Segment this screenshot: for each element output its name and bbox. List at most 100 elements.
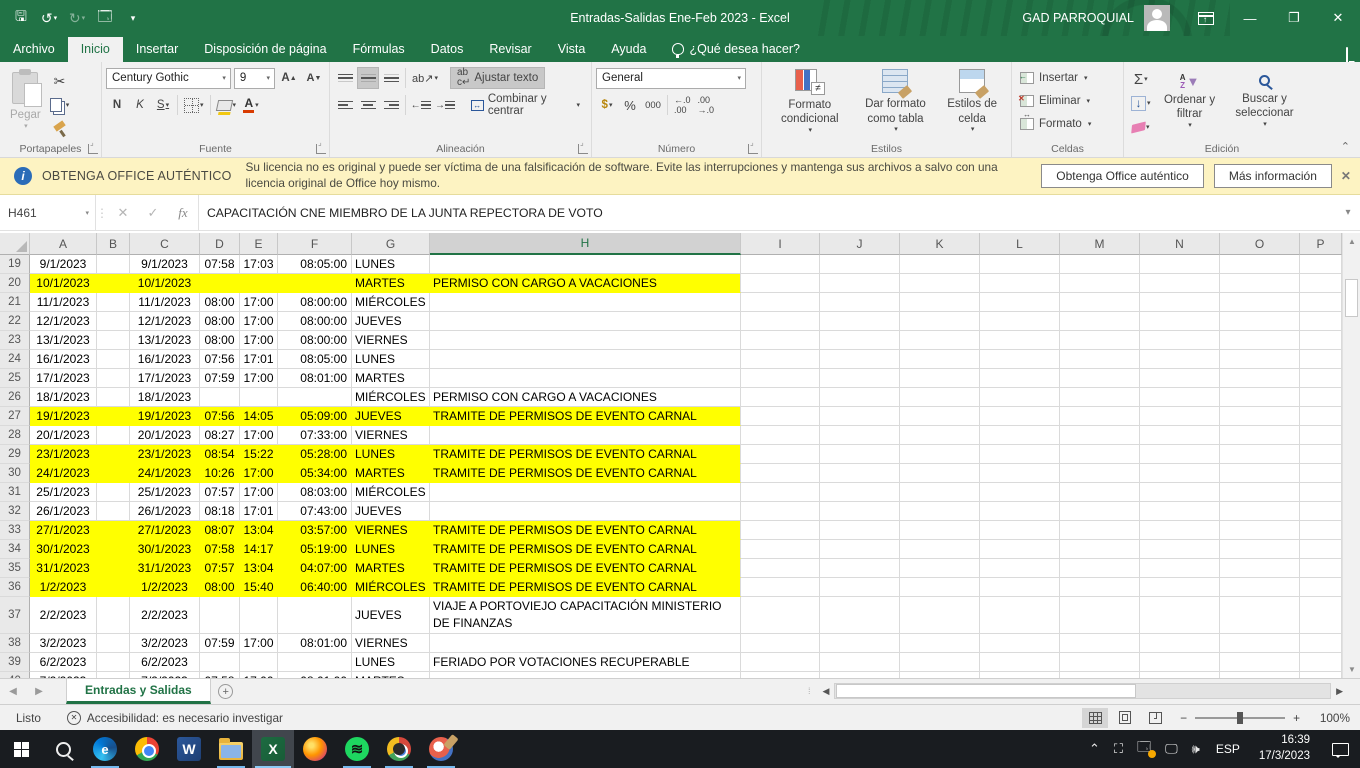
- tray-alert-icon[interactable]: 🗔: [1130, 738, 1158, 760]
- cell-P31[interactable]: [1300, 483, 1342, 502]
- find-select-button[interactable]: Buscar y seleccionar▾: [1226, 66, 1304, 138]
- cell-M31[interactable]: [1060, 483, 1140, 502]
- cell-A39[interactable]: 6/2/2023: [30, 653, 97, 672]
- format-painter-icon[interactable]: [47, 118, 73, 140]
- cell-O39[interactable]: [1220, 653, 1300, 672]
- cell-B25[interactable]: [97, 369, 130, 388]
- increase-font-icon[interactable]: A▲: [278, 67, 300, 89]
- normal-view-icon[interactable]: [1082, 708, 1108, 728]
- cell-I27[interactable]: [741, 407, 820, 426]
- cell-H19[interactable]: [430, 255, 741, 274]
- cell-C27[interactable]: 19/1/2023: [130, 407, 200, 426]
- align-bottom-icon[interactable]: [380, 67, 402, 89]
- borders-icon[interactable]: ▾: [181, 94, 207, 116]
- cell-J38[interactable]: [820, 634, 900, 653]
- notification-center-icon[interactable]: [1320, 730, 1360, 768]
- cell-M39[interactable]: [1060, 653, 1140, 672]
- row-header-36[interactable]: 36: [0, 578, 30, 597]
- decrease-indent-icon[interactable]: ←: [409, 94, 432, 116]
- taskbar-firefox[interactable]: [294, 730, 336, 768]
- cell-J24[interactable]: [820, 350, 900, 369]
- cell-E31[interactable]: 17:00: [240, 483, 278, 502]
- cell-K24[interactable]: [900, 350, 980, 369]
- cell-A36[interactable]: 1/2/2023: [30, 578, 97, 597]
- account-name[interactable]: GAD PARROQUIAL: [1022, 11, 1134, 25]
- delete-cells-button[interactable]: Eliminar▾: [1016, 89, 1119, 112]
- paste-button[interactable]: Pegar ▾: [4, 66, 47, 138]
- cell-L21[interactable]: [980, 293, 1060, 312]
- row-header-39[interactable]: 39: [0, 653, 30, 672]
- volume-icon[interactable]: 🕪: [1185, 741, 1207, 757]
- cell-F24[interactable]: 08:05:00: [278, 350, 352, 369]
- cell-J20[interactable]: [820, 274, 900, 293]
- row-header-26[interactable]: 26: [0, 388, 30, 407]
- cell-P32[interactable]: [1300, 502, 1342, 521]
- cell-H27[interactable]: TRAMITE DE PERMISOS DE EVENTO CARNAL: [430, 407, 741, 426]
- horizontal-scroll-thumb[interactable]: [836, 684, 1136, 698]
- cell-N35[interactable]: [1140, 559, 1220, 578]
- cell-M19[interactable]: [1060, 255, 1140, 274]
- align-middle-icon[interactable]: [357, 67, 379, 89]
- align-top-icon[interactable]: [334, 67, 356, 89]
- cell-D32[interactable]: 08:18: [200, 502, 240, 521]
- cell-J27[interactable]: [820, 407, 900, 426]
- cell-K35[interactable]: [900, 559, 980, 578]
- namebox-resize-handle[interactable]: ⋮: [96, 195, 108, 230]
- cell-L23[interactable]: [980, 331, 1060, 350]
- cell-K34[interactable]: [900, 540, 980, 559]
- cell-H33[interactable]: TRAMITE DE PERMISOS DE EVENTO CARNAL: [430, 521, 741, 540]
- row-header-38[interactable]: 38: [0, 634, 30, 653]
- cell-P36[interactable]: [1300, 578, 1342, 597]
- row-header-23[interactable]: 23: [0, 331, 30, 350]
- cell-M38[interactable]: [1060, 634, 1140, 653]
- column-header-K[interactable]: K: [900, 233, 980, 255]
- cell-O27[interactable]: [1220, 407, 1300, 426]
- cell-G37[interactable]: JUEVES: [352, 597, 430, 634]
- cell-A30[interactable]: 24/1/2023: [30, 464, 97, 483]
- sheet-nav-right-icon[interactable]: ▶: [26, 679, 52, 704]
- cell-F38[interactable]: 08:01:00: [278, 634, 352, 653]
- cell-C26[interactable]: 18/1/2023: [130, 388, 200, 407]
- new-sheet-button[interactable]: +: [211, 679, 241, 704]
- cell-E23[interactable]: 17:00: [240, 331, 278, 350]
- page-layout-view-icon[interactable]: [1112, 708, 1138, 728]
- cell-F22[interactable]: 08:00:00: [278, 312, 352, 331]
- column-header-O[interactable]: O: [1220, 233, 1300, 255]
- cut-icon[interactable]: ✂: [47, 70, 73, 92]
- cell-C19[interactable]: 9/1/2023: [130, 255, 200, 274]
- cell-O25[interactable]: [1220, 369, 1300, 388]
- cell-D19[interactable]: 07:58: [200, 255, 240, 274]
- cell-C38[interactable]: 3/2/2023: [130, 634, 200, 653]
- cell-E39[interactable]: [240, 653, 278, 672]
- cell-M37[interactable]: [1060, 597, 1140, 634]
- cell-L38[interactable]: [980, 634, 1060, 653]
- cell-H31[interactable]: [430, 483, 741, 502]
- cell-C35[interactable]: 31/1/2023: [130, 559, 200, 578]
- cell-J33[interactable]: [820, 521, 900, 540]
- cell-F28[interactable]: 07:33:00: [278, 426, 352, 445]
- cell-B38[interactable]: [97, 634, 130, 653]
- cell-A22[interactable]: 12/1/2023: [30, 312, 97, 331]
- ribbon-tab-datos[interactable]: Datos: [418, 37, 477, 62]
- ribbon-tab-inicio[interactable]: Inicio: [68, 37, 123, 62]
- cell-J39[interactable]: [820, 653, 900, 672]
- cell-P38[interactable]: [1300, 634, 1342, 653]
- cell-P23[interactable]: [1300, 331, 1342, 350]
- cell-O22[interactable]: [1220, 312, 1300, 331]
- cell-N26[interactable]: [1140, 388, 1220, 407]
- cell-K39[interactable]: [900, 653, 980, 672]
- cell-J35[interactable]: [820, 559, 900, 578]
- cell-A27[interactable]: 19/1/2023: [30, 407, 97, 426]
- cell-H20[interactable]: PERMISO CON CARGO A VACACIONES: [430, 274, 741, 293]
- network-icon[interactable]: 🖵: [1158, 741, 1185, 757]
- row-header-24[interactable]: 24: [0, 350, 30, 369]
- cell-L27[interactable]: [980, 407, 1060, 426]
- clipboard-dialog-launcher[interactable]: [88, 144, 98, 154]
- cell-O30[interactable]: [1220, 464, 1300, 483]
- font-dialog-launcher[interactable]: [316, 144, 326, 154]
- cell-M26[interactable]: [1060, 388, 1140, 407]
- taskbar-excel[interactable]: X: [252, 730, 294, 768]
- cell-B34[interactable]: [97, 540, 130, 559]
- confirm-entry-icon[interactable]: ✓: [138, 195, 168, 230]
- cell-M23[interactable]: [1060, 331, 1140, 350]
